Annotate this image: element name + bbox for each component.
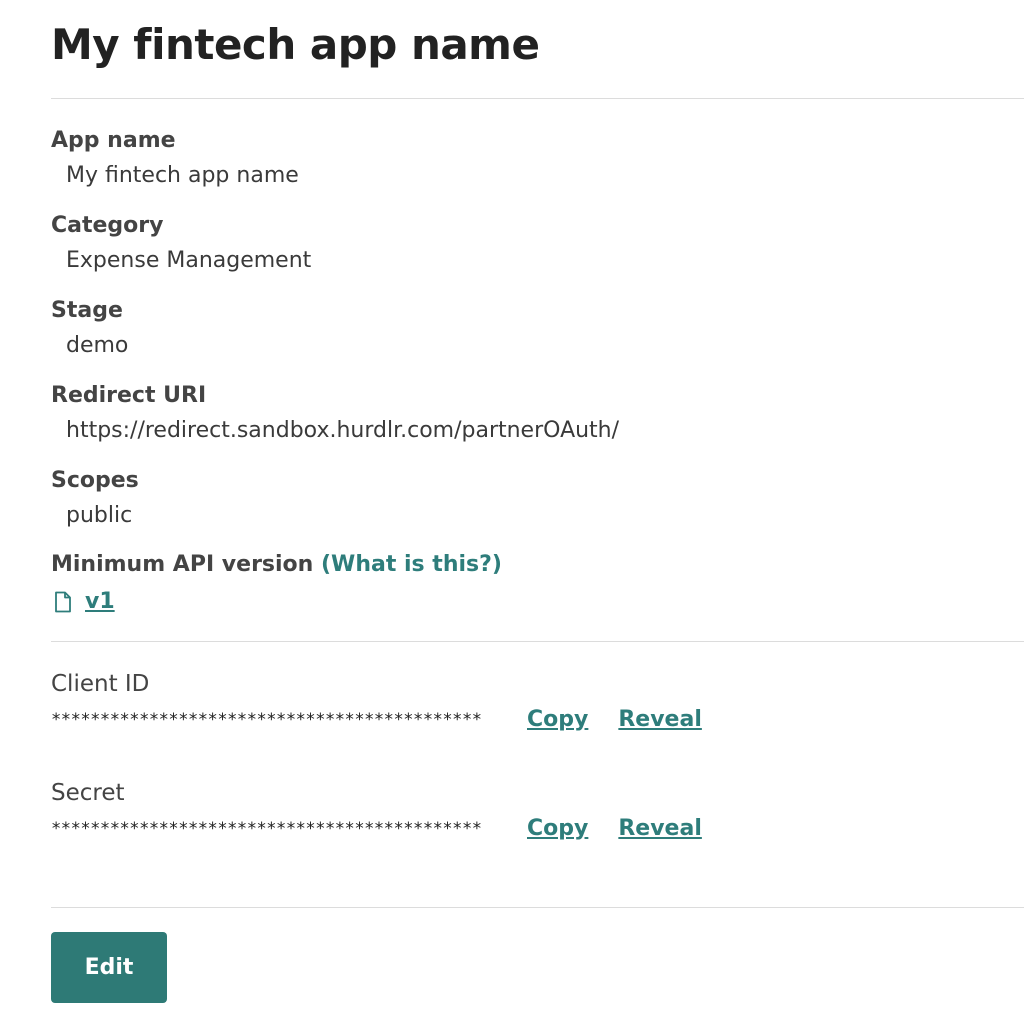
client-id-masked-value: ****************************************… — [51, 710, 482, 730]
header-divider — [51, 98, 1024, 99]
min-api-version-label-text: Minimum API version — [51, 552, 314, 577]
what-is-this-link[interactable]: (What is this?) — [321, 552, 502, 577]
secret-masked-value: ****************************************… — [51, 819, 482, 839]
client-id-label: Client ID — [51, 671, 150, 697]
secret-copy-link[interactable]: Copy — [527, 814, 588, 844]
page-title: My fintech app name — [51, 20, 540, 69]
redirect-uri-label: Redirect URI — [51, 383, 207, 408]
app-name-label: App name — [51, 128, 176, 153]
document-icon — [53, 591, 73, 613]
secret-reveal-link[interactable]: Reveal — [618, 814, 702, 844]
category-label: Category — [51, 213, 164, 238]
min-api-version-label: Minimum API version (What is this?) — [51, 551, 502, 579]
details-divider — [51, 641, 1024, 642]
secret-row: ****************************************… — [51, 814, 702, 844]
stage-value: demo — [66, 333, 129, 358]
client-id-row: ****************************************… — [51, 705, 702, 735]
stage-label: Stage — [51, 298, 123, 323]
category-value: Expense Management — [66, 248, 312, 273]
api-version-row: v1 — [53, 588, 115, 616]
client-id-copy-link[interactable]: Copy — [527, 705, 588, 735]
api-version-link[interactable]: v1 — [85, 588, 115, 616]
scopes-label: Scopes — [51, 468, 139, 493]
credentials-divider — [51, 907, 1024, 908]
app-name-value: My fintech app name — [66, 163, 299, 188]
edit-button[interactable]: Edit — [51, 932, 167, 1003]
client-id-reveal-link[interactable]: Reveal — [618, 705, 702, 735]
secret-label: Secret — [51, 780, 125, 806]
redirect-uri-value: https://redirect.sandbox.hurdlr.com/part… — [66, 418, 620, 443]
scopes-value: public — [66, 503, 133, 528]
